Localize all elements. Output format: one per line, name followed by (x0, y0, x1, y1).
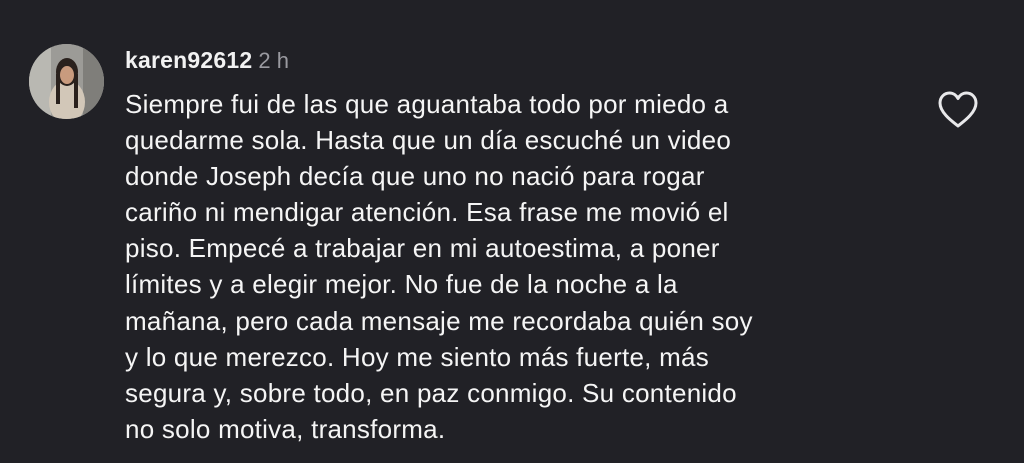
like-button[interactable] (936, 90, 980, 130)
comment-text-line: y lo que merezco. Hoy me siento más fuer… (125, 341, 709, 372)
comment-text-line: no solo motiva, transforma. (125, 413, 446, 444)
comment-text-line: piso. Empecé a trabajar en mi autoestima… (125, 233, 720, 264)
comment-text-line: donde Joseph decía que uno no nació para… (125, 161, 705, 192)
timestamp: 2 h (258, 48, 289, 73)
comment-text: Siempre fui de las que aguantaba todo po… (125, 86, 925, 447)
comment-text-line: Siempre fui de las que aguantaba todo po… (125, 89, 729, 119)
heart-outline-icon (938, 91, 978, 128)
comment-text-line: límites y a elegir mejor. No fue de la n… (125, 269, 678, 300)
comment-text-line: mañana, pero cada mensaje me recordaba q… (125, 305, 753, 336)
username[interactable]: karen92612 (125, 47, 252, 73)
comment: karen92612 2 h Siempre fui de las que agu… (0, 0, 1024, 463)
comment-text-line: cariño ni mendigar atención. Esa frase m… (125, 197, 729, 228)
avatar-image (29, 44, 104, 119)
comment-text-line: quedarme sola. Hasta que un día escuché … (125, 125, 732, 156)
comment-header: karen92612 2 h (125, 44, 289, 76)
comment-text-line: segura y, sobre todo, en paz conmigo. Su… (125, 377, 737, 408)
avatar[interactable] (29, 44, 104, 119)
